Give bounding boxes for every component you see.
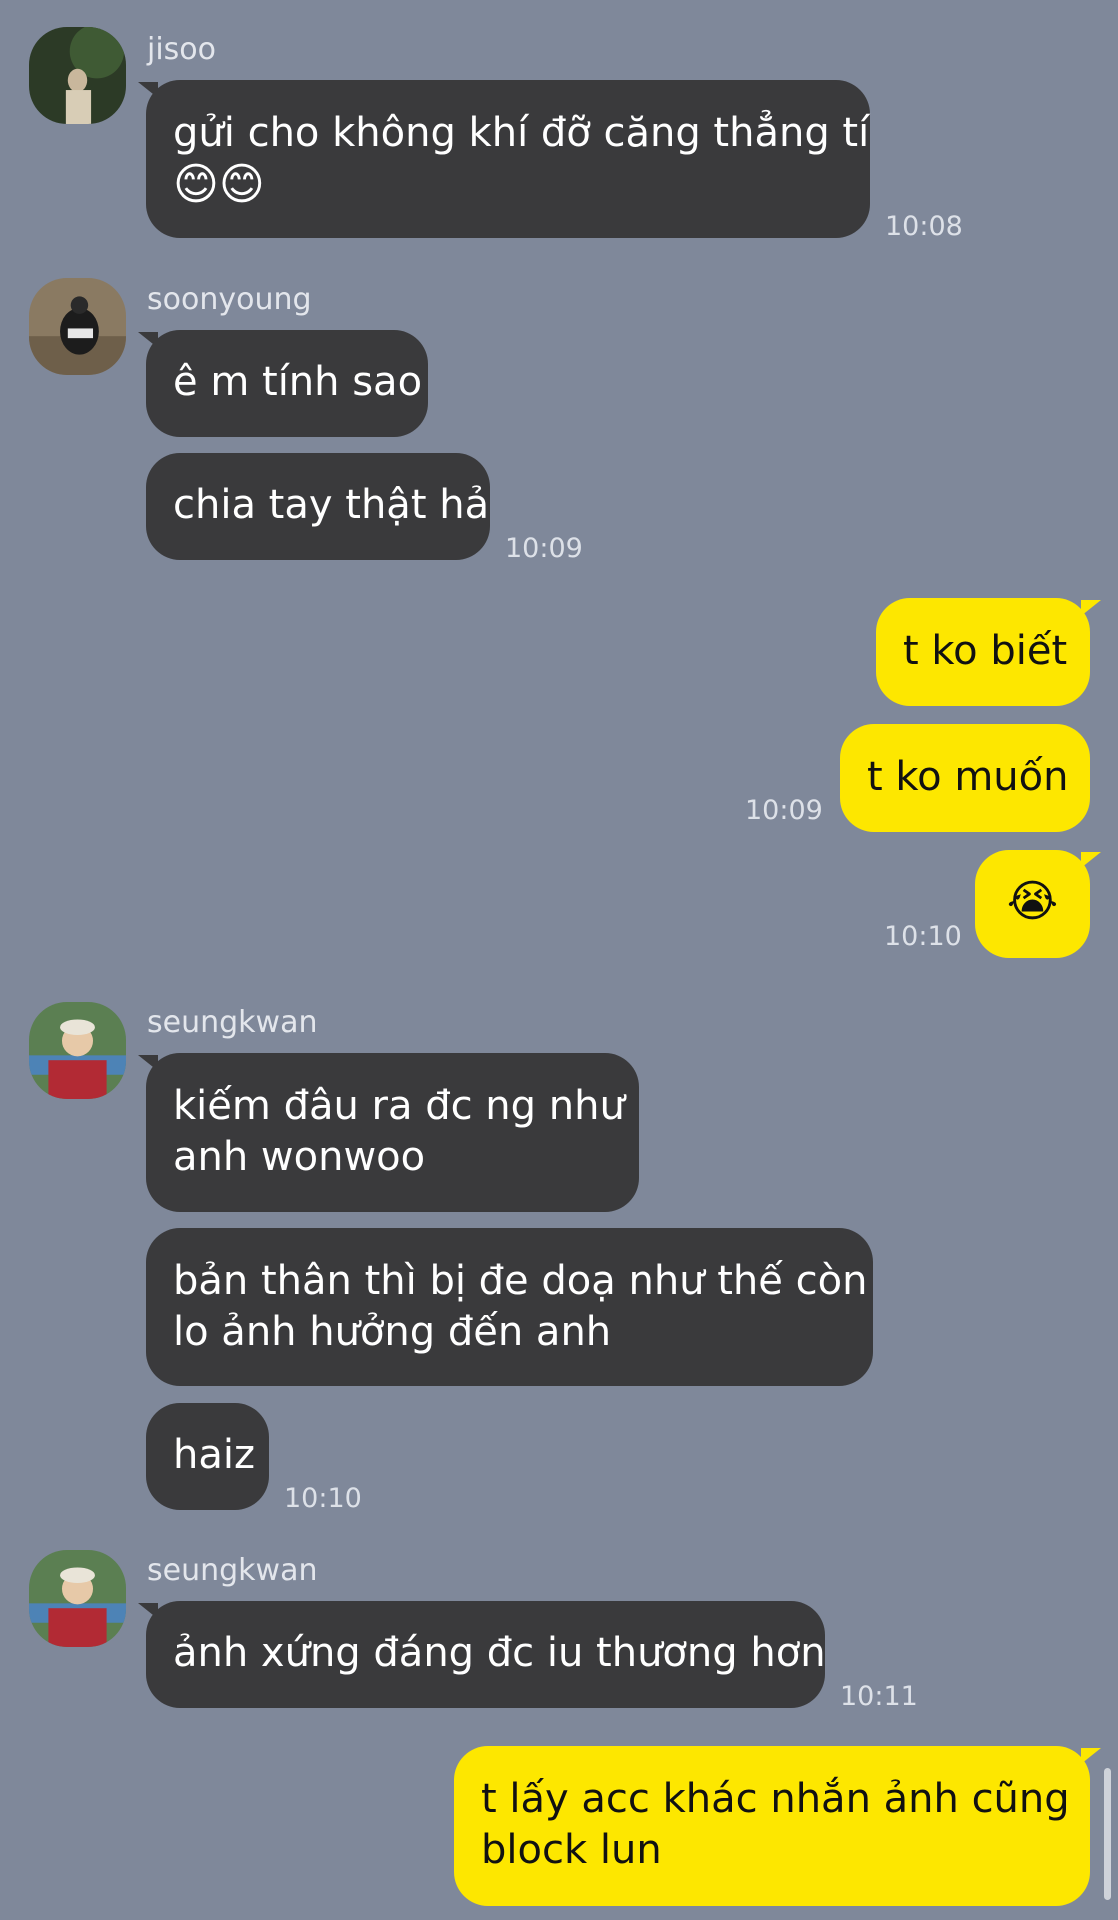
message-text-emoji: 😊😊 [173, 159, 265, 210]
scrollbar[interactable] [1104, 1768, 1111, 1900]
avatar-seungkwan[interactable] [29, 1002, 126, 1099]
sender-name: seungkwan [147, 1553, 318, 1588]
message-text: t ko biết [903, 628, 1068, 674]
message-text: anh wonwoo [173, 1134, 426, 1180]
message-text: gửi cho không khí đỡ căng thẳng tí [173, 110, 870, 156]
message-bubble[interactable]: t ko biết [876, 598, 1090, 706]
message-text: haiz [173, 1432, 255, 1478]
sender-name: soonyoung [147, 282, 312, 317]
message-bubble[interactable]: bản thân thì bị đe doạ như thế còn lo ản… [146, 1228, 873, 1386]
message-time: 10:10 [884, 921, 962, 952]
avatar-soonyoung-photo [29, 278, 126, 375]
avatar-seungkwan[interactable] [29, 1550, 126, 1647]
message-text: block lun [481, 1827, 662, 1873]
message-bubble[interactable]: t ko muốn [840, 724, 1090, 832]
message-bubble[interactable]: kiếm đâu ra đc ng như anh wonwoo [146, 1053, 639, 1212]
avatar-jisoo-photo [29, 27, 126, 124]
message-text: t lấy acc khác nhắn ảnh cũng [481, 1776, 1070, 1822]
message-text: lo ảnh hưởng đến anh [173, 1309, 612, 1355]
message-time: 10:10 [284, 1483, 362, 1514]
message-bubble[interactable]: gửi cho không khí đỡ căng thẳng tí 😊😊 [146, 80, 870, 238]
message-text: ê m tính sao [173, 359, 423, 405]
message-text: kiếm đâu ra đc ng như [173, 1083, 625, 1129]
message-bubble[interactable]: chia tay thật hả [146, 453, 490, 560]
message-time: 10:11 [840, 1681, 918, 1712]
sender-name: seungkwan [147, 1005, 318, 1040]
message-time: 10:09 [505, 533, 583, 564]
message-bubble[interactable]: t lấy acc khác nhắn ảnh cũng block lun [454, 1746, 1090, 1906]
message-text: ảnh xứng đáng đc iu thương hơn [173, 1630, 826, 1676]
message-text-emoji: 😭 [1006, 876, 1059, 927]
message-time: 10:09 [745, 795, 823, 826]
message-bubble[interactable]: 😭 [975, 850, 1090, 958]
avatar-jisoo[interactable] [29, 27, 126, 124]
message-text: chia tay thật hả [173, 482, 490, 528]
avatar-seungkwan-photo [29, 1002, 126, 1099]
message-bubble[interactable]: haiz [146, 1403, 269, 1510]
avatar-soonyoung[interactable] [29, 278, 126, 375]
avatar-seungkwan-photo [29, 1550, 126, 1647]
message-bubble[interactable]: ảnh xứng đáng đc iu thương hơn [146, 1601, 826, 1708]
sender-name: jisoo [147, 32, 217, 67]
message-text: bản thân thì bị đe doạ như thế còn [173, 1258, 868, 1304]
message-text: t ko muốn [867, 754, 1069, 800]
message-bubble[interactable]: ê m tính sao [146, 330, 428, 437]
message-time: 10:08 [885, 211, 963, 242]
